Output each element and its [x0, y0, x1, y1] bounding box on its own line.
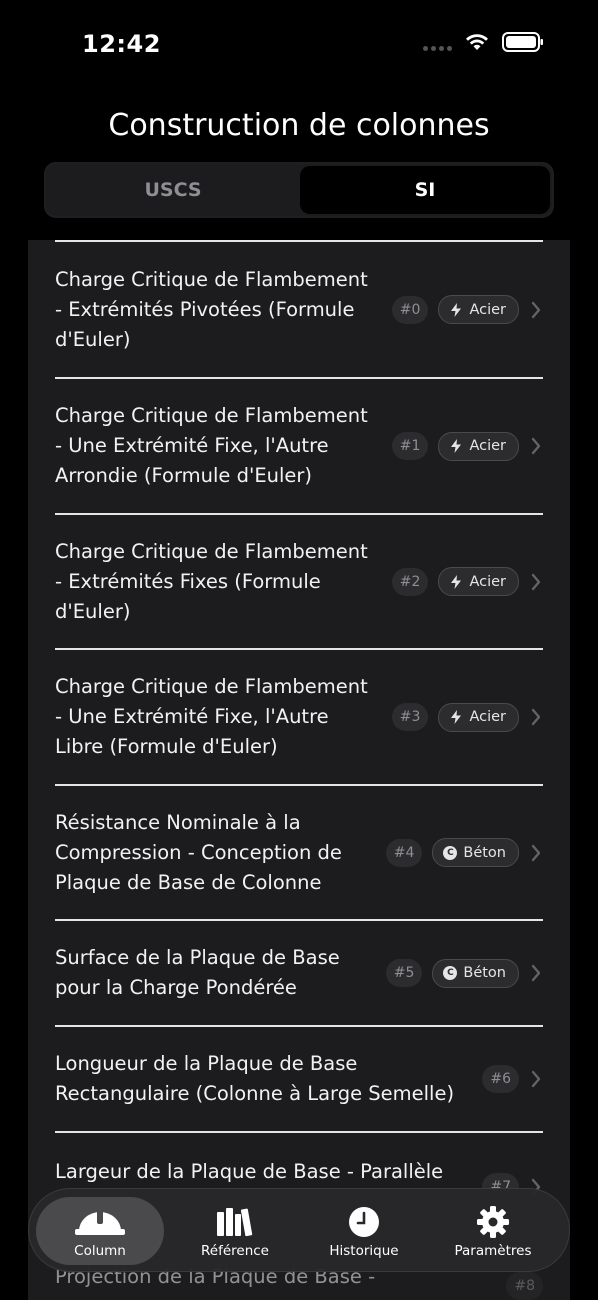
status-bar: 12:42: [0, 0, 598, 90]
index-badge: #8: [506, 1272, 543, 1300]
row-title: Surface de la Plaque de Base pour la Char…: [55, 946, 340, 999]
list-item[interactable]: Charge Critique de Flambement - Extrémité…: [55, 240, 543, 377]
index-badge: #3: [391, 703, 429, 731]
tab-reference[interactable]: Référence: [171, 1197, 299, 1265]
list-item[interactable]: Résistance Nominale à la Compression - Co…: [55, 784, 543, 919]
category-tag: Acier: [438, 431, 519, 461]
category-tag: C Béton: [432, 958, 519, 988]
index-badge: #2: [391, 567, 429, 596]
segment-uscs[interactable]: USCS: [48, 166, 298, 214]
list-item[interactable]: Charge Critique de Flambement - Extrémité…: [55, 513, 543, 648]
bolt-icon: [449, 439, 463, 453]
row-title: Charge Critique de Flambement - Extrémité…: [55, 539, 368, 623]
row-accessories: #8: [506, 1272, 543, 1300]
row-accessories: #5 C Béton: [385, 958, 543, 988]
chevron-right-icon: [529, 299, 543, 321]
index-badge: #1: [391, 432, 429, 460]
index-badge: #6: [482, 1065, 519, 1093]
bolt-icon: [449, 710, 463, 724]
books-icon: [215, 1205, 255, 1239]
tab-label: Column: [74, 1243, 126, 1259]
tab-label: Référence: [201, 1243, 269, 1259]
category-tag: Acier: [438, 702, 519, 732]
chevron-right-icon: [529, 842, 543, 864]
row-title: Largeur de la Plaque de Base - Parallèle: [55, 1160, 444, 1183]
status-icons: [423, 32, 544, 52]
row-title: Résistance Nominale à la Compression - Co…: [55, 810, 342, 894]
list-item[interactable]: Charge Critique de Flambement - Une Extré…: [55, 377, 543, 513]
tab-bar: Column Référence Historique Paramètres: [28, 1188, 570, 1272]
gear-icon: [476, 1205, 510, 1239]
chevron-right-icon: [529, 962, 543, 984]
cellular-signal-icon: [423, 33, 452, 51]
clock-icon: [348, 1205, 380, 1239]
row-accessories: #6: [482, 1065, 543, 1093]
row-accessories: #2 Acier: [391, 567, 543, 596]
chevron-right-icon: [529, 435, 543, 457]
category-tag: C Béton: [432, 838, 519, 867]
category-tag: Acier: [438, 295, 519, 324]
concrete-c-icon: C: [443, 845, 458, 860]
row-title: Longueur de la Plaque de Base Rectangulai…: [55, 1052, 455, 1105]
bolt-icon: [449, 574, 463, 589]
formula-list: Charge Critique de Flambement - Extrémité…: [28, 240, 570, 1300]
category-tag: Acier: [438, 567, 519, 596]
row-accessories: #3 Acier: [391, 702, 543, 732]
row-title: Charge Critique de Flambement - Une Extré…: [55, 404, 368, 487]
unit-segmented-control: USCS SI: [44, 162, 554, 218]
index-badge: #5: [385, 959, 423, 987]
battery-icon: [502, 32, 543, 52]
chevron-right-icon: [529, 571, 543, 593]
chevron-right-icon: [529, 706, 543, 728]
tab-label: Paramètres: [454, 1243, 532, 1259]
list-item[interactable]: Surface de la Plaque de Base pour la Char…: [55, 919, 543, 1025]
list-item[interactable]: Charge Critique de Flambement - Une Extré…: [55, 648, 543, 784]
row-accessories: #4 C Béton: [385, 838, 543, 867]
status-time: 12:42: [82, 30, 161, 58]
row-title: Charge Critique de Flambement - Extrémité…: [55, 267, 368, 351]
index-badge: #0: [391, 295, 429, 324]
index-badge: #4: [385, 838, 423, 867]
list-item[interactable]: Longueur de la Plaque de Base Rectangulai…: [55, 1025, 543, 1131]
concrete-c-icon: C: [443, 966, 458, 980]
row-accessories: #0 Acier: [391, 295, 543, 324]
tab-settings[interactable]: Paramètres: [429, 1197, 557, 1265]
bolt-icon: [449, 302, 463, 317]
row-title: Charge Critique de Flambement - Une Extré…: [55, 675, 368, 758]
chevron-right-icon: [529, 1068, 543, 1090]
tab-column[interactable]: Column: [36, 1197, 164, 1265]
page-title: Construction de colonnes: [108, 108, 490, 143]
row-accessories: #1 Acier: [391, 431, 543, 461]
hard-hat-icon: [73, 1205, 127, 1239]
segment-si[interactable]: SI: [300, 166, 550, 214]
wifi-icon: [466, 34, 488, 50]
tab-history[interactable]: Historique: [300, 1197, 428, 1265]
tab-label: Historique: [329, 1243, 399, 1259]
